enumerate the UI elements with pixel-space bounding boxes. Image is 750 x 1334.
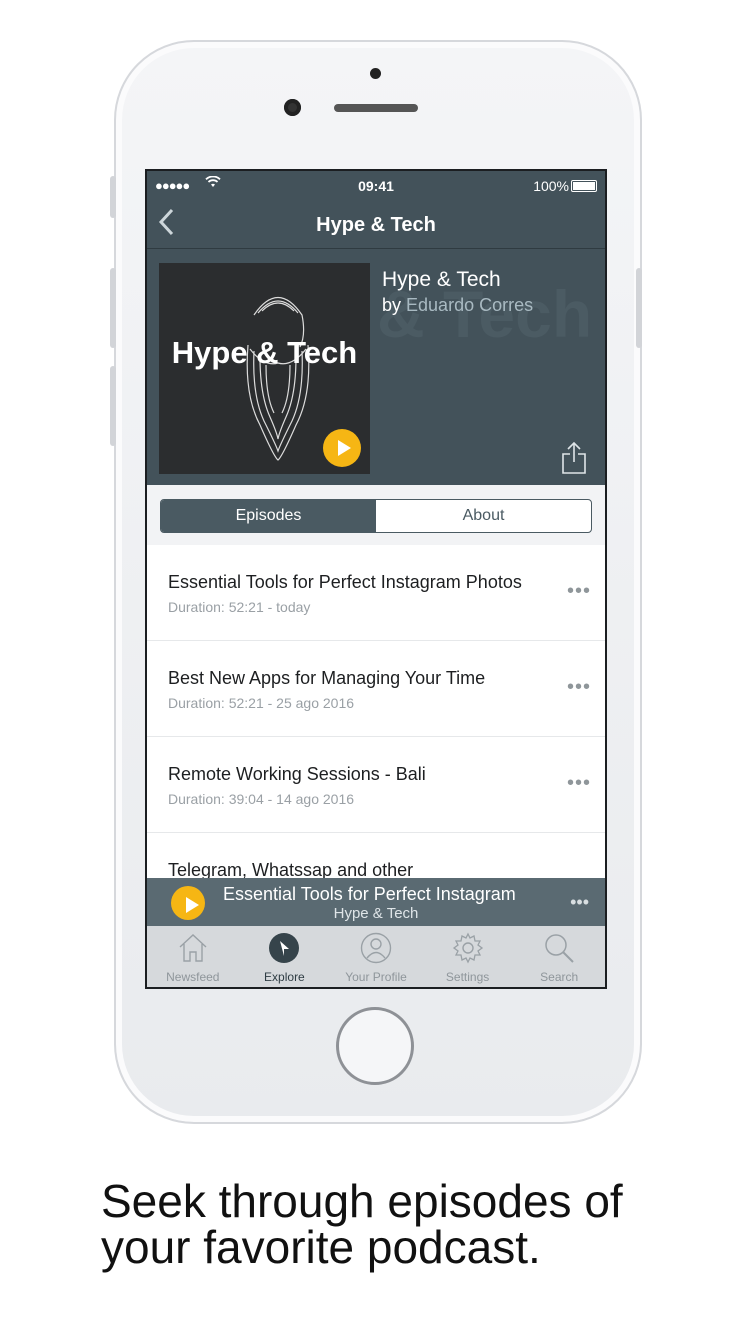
status-bar: ●●●●● 09:41 100% [147, 171, 605, 201]
app-screen: ●●●●● 09:41 100% Hype & Tech & Tech Hype… [145, 169, 607, 989]
battery-icon [571, 180, 597, 192]
segment-episodes[interactable]: Episodes [161, 500, 376, 532]
nav-title: Hype & Tech [316, 214, 436, 236]
episode-meta: Duration: 52:21 - today [168, 599, 311, 615]
user-icon [360, 932, 392, 964]
nav-bar: Hype & Tech [147, 201, 605, 249]
tab-explore[interactable]: Explore [239, 926, 331, 987]
list-item[interactable]: Best New Apps for Managing Your Time Dur… [147, 641, 605, 737]
episode-meta: Duration: 52:21 - 25 ago 2016 [168, 695, 355, 711]
proximity-sensor [370, 68, 381, 79]
by-label: by [382, 295, 402, 315]
power-button [636, 268, 642, 348]
tab-label: Search [540, 970, 579, 984]
tab-search[interactable]: Search [513, 926, 605, 987]
search-icon [545, 934, 574, 963]
more-icon[interactable]: ••• [567, 772, 591, 795]
battery-percent: 100% [533, 178, 569, 194]
episode-meta: Duration: 39:04 - 14 ago 2016 [168, 791, 355, 807]
marketing-caption: Seek through episodes of your favorite p… [101, 1178, 701, 1270]
front-camera [284, 99, 301, 116]
podcast-title: Hype & Tech [382, 268, 501, 291]
home-button[interactable] [336, 1007, 414, 1085]
tab-label: Newsfeed [166, 970, 220, 984]
mini-player-title: Essential Tools for Perfect Instagram [223, 884, 516, 904]
tab-label: Explore [264, 970, 305, 984]
play-button[interactable] [323, 429, 361, 467]
segment-about[interactable]: About [376, 500, 591, 532]
episode-title: Remote Working Sessions - Bali [168, 764, 426, 784]
tab-label: Your Profile [345, 970, 407, 984]
beard-illustration [246, 297, 310, 461]
author-link[interactable]: Eduardo Corres [406, 295, 533, 315]
mini-player-subtitle: Hype & Tech [333, 905, 419, 922]
tab-label: Settings [445, 970, 490, 984]
tab-newsfeed[interactable]: Newsfeed [147, 926, 239, 987]
more-icon[interactable]: ••• [567, 580, 591, 603]
more-icon[interactable]: ••• [567, 676, 591, 699]
tab-your-profile[interactable]: Your Profile [330, 926, 422, 987]
episode-title: Best New Apps for Managing Your Time [168, 668, 486, 688]
episode-title: Essential Tools for Perfect Instagram Ph… [168, 572, 522, 592]
podcast-cover: Hype & Tech [159, 263, 370, 474]
house-icon [179, 934, 207, 962]
podcast-header: ●●●●● 09:41 100% Hype & Tech & Tech Hype… [147, 171, 605, 485]
episode-list: Essential Tools for Perfect Instagram Ph… [147, 545, 605, 929]
mute-switch [110, 176, 116, 218]
podcast-author: by Eduardo Corres [382, 295, 533, 316]
gear-icon [452, 932, 483, 964]
volume-down-button [110, 366, 116, 446]
volume-up-button [110, 268, 116, 348]
list-item[interactable]: Remote Working Sessions - Bali Duration:… [147, 737, 605, 833]
tab-settings[interactable]: Settings [422, 926, 514, 987]
caption-line-1: Seek through episodes of [101, 1175, 623, 1227]
compass-icon [269, 933, 300, 963]
more-icon[interactable]: ••• [570, 892, 589, 913]
caption-line-2: your favorite podcast. [101, 1221, 541, 1273]
share-icon[interactable] [561, 441, 587, 475]
list-item[interactable]: Essential Tools for Perfect Instagram Ph… [147, 545, 605, 641]
tab-bar: Newsfeed Explore Your Profile Settings S… [147, 926, 605, 987]
earpiece-speaker [334, 104, 418, 112]
mini-player[interactable]: Essential Tools for Perfect Instagram Hy… [147, 878, 605, 926]
cover-title: Hype & Tech [171, 335, 358, 370]
episodes-about-segmented-control: Episodes About [160, 499, 592, 533]
